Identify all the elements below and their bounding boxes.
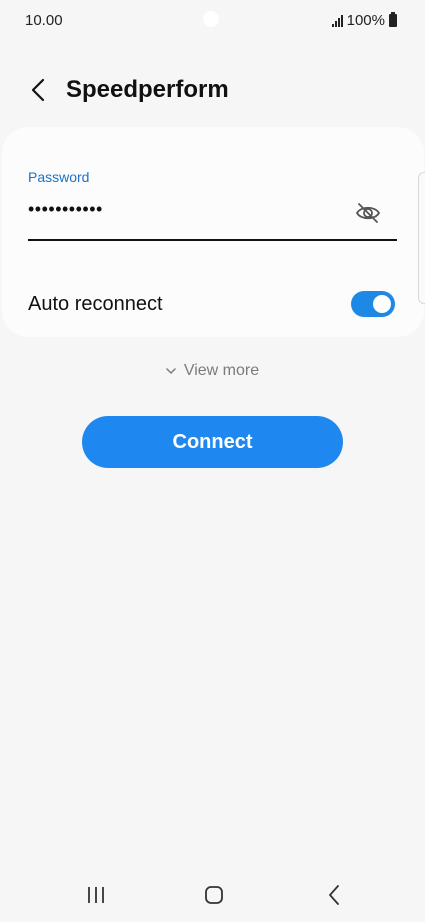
wifi-settings-card: Password ••••••••••• Auto reconnect — [2, 127, 424, 337]
status-bar: 10.00 100% — [0, 0, 425, 42]
view-more-button[interactable]: View more — [0, 362, 425, 380]
toggle-password-visibility-button[interactable] — [354, 201, 382, 225]
header: Speedperform — [0, 70, 425, 110]
signal-icon — [331, 14, 343, 27]
eye-slash-icon — [355, 203, 381, 223]
camera-cutout — [203, 11, 219, 27]
status-time: 10.00 — [25, 12, 63, 29]
auto-reconnect-toggle[interactable] — [351, 291, 395, 317]
home-button[interactable] — [194, 880, 234, 910]
auto-reconnect-label: Auto reconnect — [28, 293, 163, 315]
password-label: Password — [28, 169, 90, 185]
toggle-knob — [371, 293, 393, 315]
nav-back-button[interactable] — [314, 880, 354, 910]
battery-icon — [389, 12, 397, 27]
recents-button[interactable] — [76, 880, 116, 910]
page-title: Speedperform — [66, 76, 229, 103]
navigation-bar — [0, 866, 425, 922]
chevron-down-icon — [166, 367, 176, 374]
password-field[interactable]: ••••••••••• — [28, 199, 103, 220]
recents-icon — [88, 887, 104, 903]
view-more-label: View more — [183, 362, 260, 379]
screen: 10.00 100% Speedperform Password •••••••… — [0, 0, 425, 922]
chevron-left-icon — [31, 78, 45, 102]
status-indicators: 100% — [331, 12, 397, 29]
back-button[interactable] — [22, 74, 54, 106]
back-icon — [329, 885, 339, 905]
password-underline — [28, 239, 397, 241]
connect-button[interactable]: Connect — [82, 416, 343, 468]
battery-percent: 100% — [346, 12, 385, 29]
home-icon — [205, 886, 223, 904]
side-scroll-handle[interactable] — [418, 172, 425, 304]
